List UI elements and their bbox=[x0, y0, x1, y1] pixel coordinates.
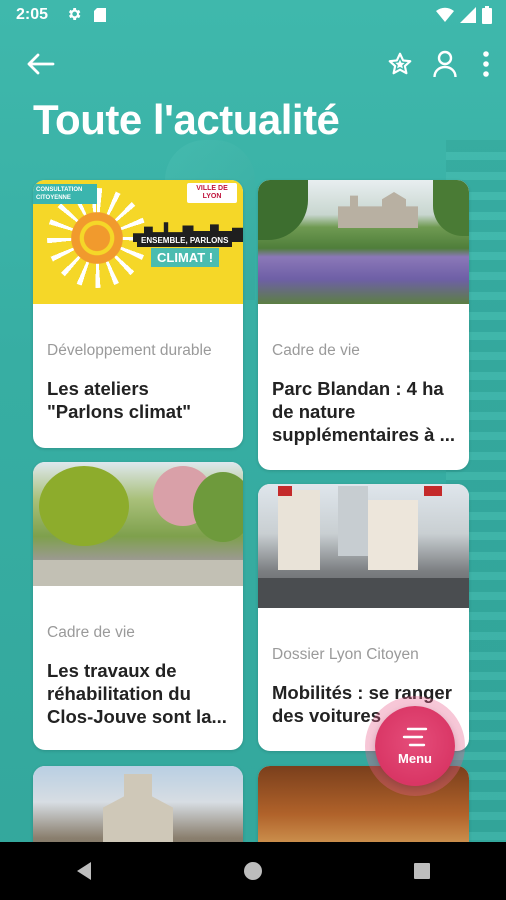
nav-home-icon[interactable] bbox=[243, 861, 263, 881]
signal-icon bbox=[460, 7, 476, 23]
settings-icon bbox=[68, 8, 81, 20]
menu-label: Menu bbox=[398, 750, 432, 766]
status-bar: 2:05 bbox=[0, 0, 506, 32]
path-graphic bbox=[33, 560, 243, 586]
card-image bbox=[258, 180, 469, 304]
building-graphic bbox=[278, 490, 320, 570]
card-title: Parc Blandan : 4 ha de nature supplément… bbox=[272, 378, 456, 445]
favorite-button[interactable] bbox=[380, 44, 420, 84]
ville-de-lyon-logo: VILLE DE LYON bbox=[187, 183, 237, 203]
castle-graphic bbox=[338, 192, 418, 228]
flag-graphic bbox=[278, 486, 292, 496]
news-card[interactable]: CONSULTATION CITOYENNE VILLE DE LYON ENS… bbox=[33, 180, 243, 448]
card-title: Les travaux de réhabilitation du Clos-Jo… bbox=[47, 660, 227, 727]
image-headline-1: ENSEMBLE, PARLONS bbox=[137, 234, 233, 247]
system-nav-bar bbox=[0, 842, 506, 900]
tree-graphic bbox=[39, 466, 129, 546]
menu-icon bbox=[402, 727, 428, 746]
star-icon bbox=[388, 52, 412, 75]
status-time: 2:05 bbox=[16, 6, 49, 23]
card-image: CONSULTATION CITOYENNE VILLE DE LYON ENS… bbox=[33, 180, 243, 304]
menu-button[interactable]: Menu bbox=[375, 706, 455, 786]
user-icon bbox=[433, 50, 457, 78]
news-card[interactable]: Cadre de vie Les travaux de réhabilitati… bbox=[33, 462, 243, 750]
card-title: Les ateliers "Parlons climat" bbox=[47, 378, 192, 422]
tree-graphic bbox=[193, 472, 243, 542]
building-graphic bbox=[338, 486, 368, 556]
tree-graphic bbox=[258, 180, 308, 240]
arrow-left-icon bbox=[27, 53, 55, 75]
more-vertical-icon bbox=[483, 51, 489, 77]
nav-recents-icon[interactable] bbox=[413, 862, 431, 880]
more-options-button[interactable] bbox=[466, 44, 506, 84]
news-card[interactable]: Dossier Lyon Citoyen Mobilités : se rang… bbox=[258, 484, 469, 751]
app-bar bbox=[0, 40, 506, 92]
back-button[interactable] bbox=[20, 44, 60, 84]
news-card[interactable]: Cadre de vie Parc Blandan : 4 ha de natu… bbox=[258, 180, 469, 470]
card-category: Cadre de vie bbox=[47, 624, 135, 641]
tree-graphic bbox=[433, 180, 469, 236]
account-button[interactable] bbox=[425, 44, 465, 84]
wifi-icon bbox=[436, 7, 454, 23]
building-graphic bbox=[368, 500, 418, 570]
sd-card-icon bbox=[94, 8, 106, 22]
street-graphic bbox=[258, 578, 469, 608]
image-headline-2: CLIMAT ! bbox=[151, 248, 220, 267]
card-image bbox=[33, 462, 243, 586]
card-category: Dossier Lyon Citoyen bbox=[272, 646, 419, 663]
card-category: Développement durable bbox=[47, 342, 212, 359]
flag-graphic bbox=[424, 486, 442, 496]
page-title: Toute l'actualité bbox=[33, 96, 340, 143]
consultation-badge: CONSULTATION CITOYENNE bbox=[33, 184, 97, 204]
card-category: Cadre de vie bbox=[272, 342, 360, 359]
card-image bbox=[258, 484, 469, 608]
status-icons bbox=[436, 6, 492, 24]
battery-icon bbox=[482, 6, 492, 24]
nav-back-icon[interactable] bbox=[75, 861, 93, 881]
